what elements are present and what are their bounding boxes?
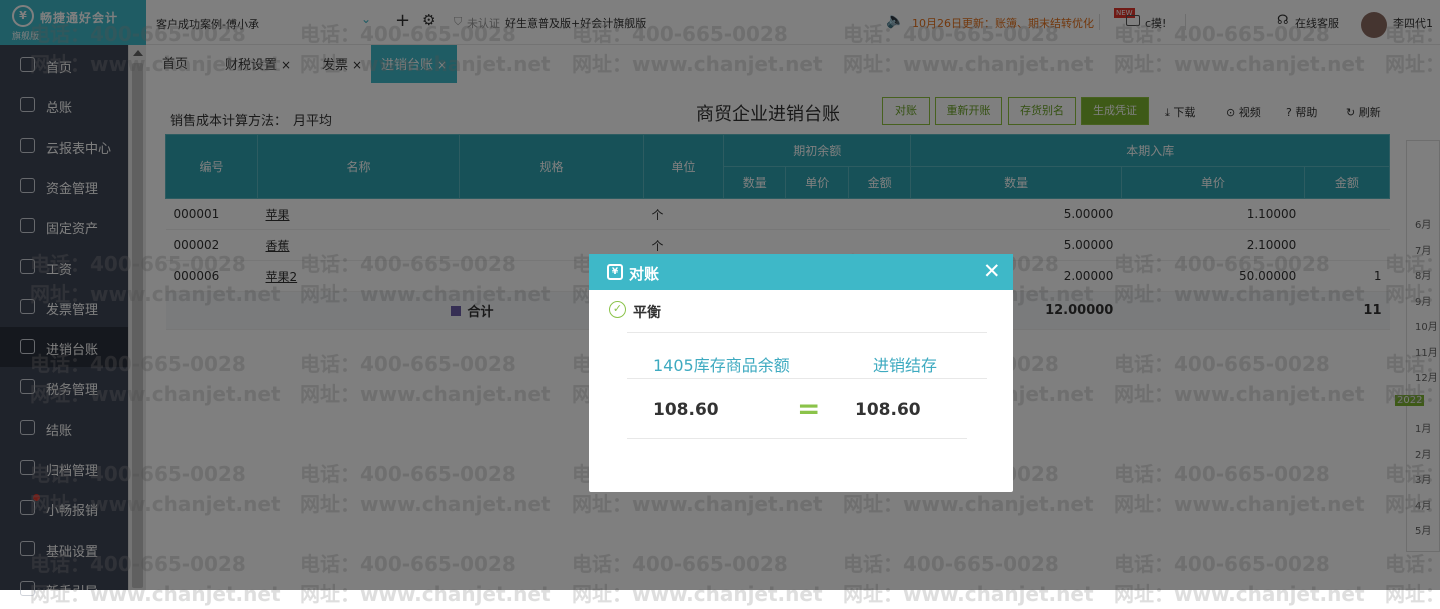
dialog-header: ¥ 对账 ✕ [589,254,1013,290]
right-balance-value: 108.60 [855,400,921,420]
reconcile-dialog: ¥ 对账 ✕ ✓ 平衡 1405库存商品余额 进销结存 108.60 = 108… [589,254,1013,492]
divider [627,378,987,379]
close-icon[interactable]: ✕ [983,259,1001,283]
check-icon: ✓ [609,301,626,318]
reconcile-icon: ¥ [607,264,623,280]
dialog-title: 对账 [629,265,660,283]
balance-status: 平衡 [633,305,661,321]
left-balance-value: 108.60 [653,400,719,420]
divider [627,438,967,439]
divider [627,332,987,333]
left-balance-label: 1405库存商品余额 [653,356,790,375]
equals-sign: = [797,392,821,425]
right-balance-label: 进销结存 [873,356,938,375]
